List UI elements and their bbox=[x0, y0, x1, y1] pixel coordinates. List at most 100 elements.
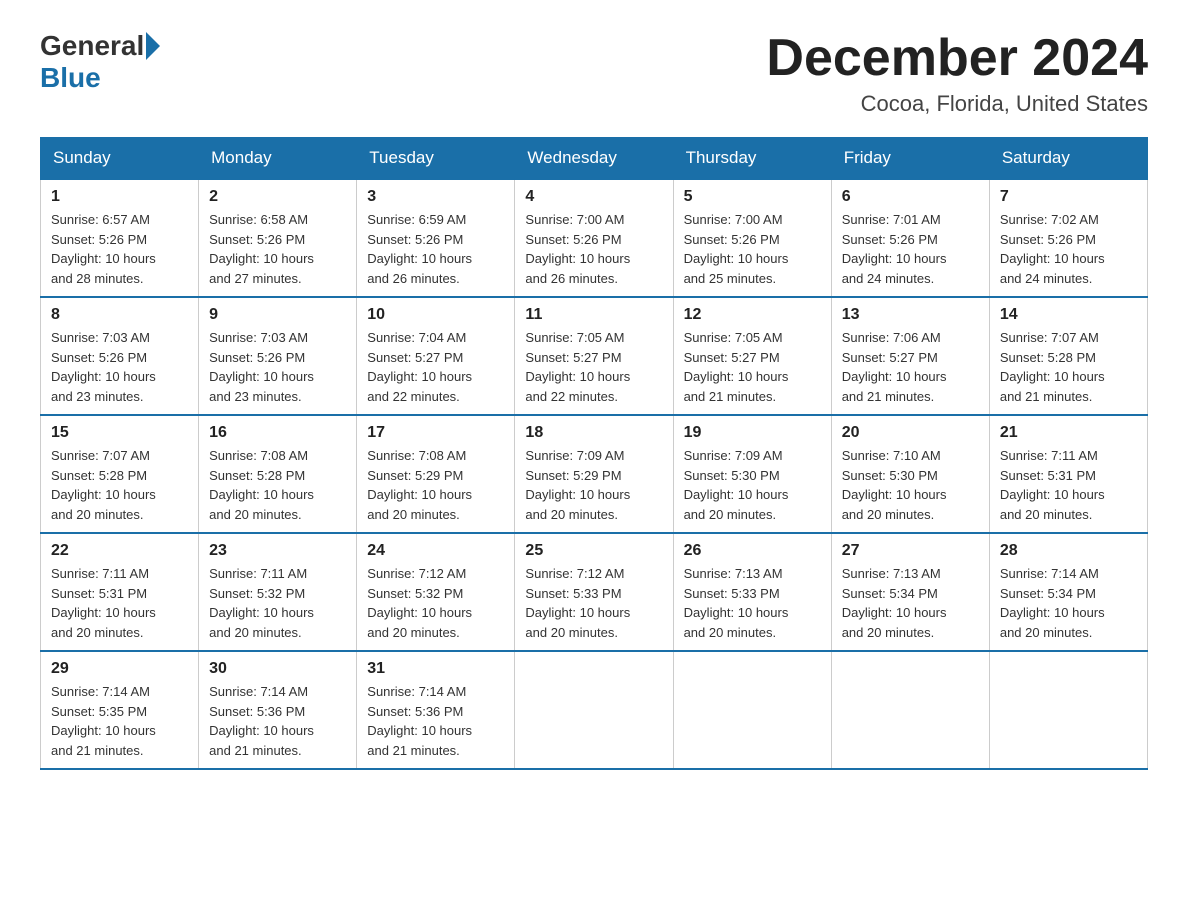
header-friday: Friday bbox=[831, 138, 989, 180]
day-number: 14 bbox=[1000, 306, 1137, 324]
calendar-week-row: 1 Sunrise: 6:57 AMSunset: 5:26 PMDaylight… bbox=[41, 179, 1148, 297]
day-info: Sunrise: 7:14 AMSunset: 5:35 PMDaylight:… bbox=[51, 682, 188, 760]
header-monday: Monday bbox=[199, 138, 357, 180]
calendar-week-row: 15 Sunrise: 7:07 AMSunset: 5:28 PMDayligh… bbox=[41, 415, 1148, 533]
day-number: 3 bbox=[367, 188, 504, 206]
header-wednesday: Wednesday bbox=[515, 138, 673, 180]
calendar-cell: 22 Sunrise: 7:11 AMSunset: 5:31 PMDayligh… bbox=[41, 533, 199, 651]
calendar-cell: 29 Sunrise: 7:14 AMSunset: 5:35 PMDayligh… bbox=[41, 651, 199, 769]
day-info: Sunrise: 7:03 AMSunset: 5:26 PMDaylight:… bbox=[209, 328, 346, 406]
day-info: Sunrise: 7:14 AMSunset: 5:36 PMDaylight:… bbox=[209, 682, 346, 760]
day-number: 26 bbox=[684, 542, 821, 560]
day-info: Sunrise: 7:05 AMSunset: 5:27 PMDaylight:… bbox=[525, 328, 662, 406]
day-number: 24 bbox=[367, 542, 504, 560]
day-info: Sunrise: 7:13 AMSunset: 5:34 PMDaylight:… bbox=[842, 564, 979, 642]
calendar-cell: 2 Sunrise: 6:58 AMSunset: 5:26 PMDaylight… bbox=[199, 179, 357, 297]
calendar-cell: 24 Sunrise: 7:12 AMSunset: 5:32 PMDayligh… bbox=[357, 533, 515, 651]
calendar-cell: 21Sunrise: 7:11 AMSunset: 5:31 PMDayligh… bbox=[989, 415, 1147, 533]
day-number: 6 bbox=[842, 188, 979, 206]
day-info: Sunrise: 7:14 AMSunset: 5:34 PMDaylight:… bbox=[1000, 564, 1137, 642]
day-number: 22 bbox=[51, 542, 188, 560]
calendar-cell: 5 Sunrise: 7:00 AMSunset: 5:26 PMDaylight… bbox=[673, 179, 831, 297]
calendar-week-row: 8 Sunrise: 7:03 AMSunset: 5:26 PMDaylight… bbox=[41, 297, 1148, 415]
calendar-cell: 13 Sunrise: 7:06 AMSunset: 5:27 PMDayligh… bbox=[831, 297, 989, 415]
day-number: 1 bbox=[51, 188, 188, 206]
day-number: 17 bbox=[367, 424, 504, 442]
day-info: Sunrise: 7:12 AMSunset: 5:32 PMDaylight:… bbox=[367, 564, 504, 642]
day-number: 23 bbox=[209, 542, 346, 560]
calendar-cell: 3 Sunrise: 6:59 AMSunset: 5:26 PMDaylight… bbox=[357, 179, 515, 297]
calendar-cell bbox=[673, 651, 831, 769]
day-info: Sunrise: 6:57 AMSunset: 5:26 PMDaylight:… bbox=[51, 210, 188, 288]
calendar-cell: 7 Sunrise: 7:02 AMSunset: 5:26 PMDaylight… bbox=[989, 179, 1147, 297]
day-number: 9 bbox=[209, 306, 346, 324]
day-number: 7 bbox=[1000, 188, 1137, 206]
day-info: Sunrise: 7:10 AMSunset: 5:30 PMDaylight:… bbox=[842, 446, 979, 524]
calendar-cell: 9 Sunrise: 7:03 AMSunset: 5:26 PMDaylight… bbox=[199, 297, 357, 415]
calendar-cell: 8 Sunrise: 7:03 AMSunset: 5:26 PMDaylight… bbox=[41, 297, 199, 415]
calendar-cell: 27 Sunrise: 7:13 AMSunset: 5:34 PMDayligh… bbox=[831, 533, 989, 651]
calendar-cell: 23 Sunrise: 7:11 AMSunset: 5:32 PMDayligh… bbox=[199, 533, 357, 651]
day-number: 13 bbox=[842, 306, 979, 324]
calendar-cell: 26 Sunrise: 7:13 AMSunset: 5:33 PMDayligh… bbox=[673, 533, 831, 651]
day-number: 28 bbox=[1000, 542, 1137, 560]
calendar-cell: 11Sunrise: 7:05 AMSunset: 5:27 PMDayligh… bbox=[515, 297, 673, 415]
day-number: 27 bbox=[842, 542, 979, 560]
location-subtitle: Cocoa, Florida, United States bbox=[766, 91, 1148, 117]
day-number: 20 bbox=[842, 424, 979, 442]
calendar-cell: 1 Sunrise: 6:57 AMSunset: 5:26 PMDaylight… bbox=[41, 179, 199, 297]
day-info: Sunrise: 7:07 AMSunset: 5:28 PMDaylight:… bbox=[51, 446, 188, 524]
calendar-cell: 6 Sunrise: 7:01 AMSunset: 5:26 PMDaylight… bbox=[831, 179, 989, 297]
day-number: 10 bbox=[367, 306, 504, 324]
day-info: Sunrise: 7:07 AMSunset: 5:28 PMDaylight:… bbox=[1000, 328, 1137, 406]
day-info: Sunrise: 7:08 AMSunset: 5:28 PMDaylight:… bbox=[209, 446, 346, 524]
calendar-cell: 12 Sunrise: 7:05 AMSunset: 5:27 PMDayligh… bbox=[673, 297, 831, 415]
calendar-cell: 19Sunrise: 7:09 AMSunset: 5:30 PMDayligh… bbox=[673, 415, 831, 533]
day-info: Sunrise: 7:14 AMSunset: 5:36 PMDaylight:… bbox=[367, 682, 504, 760]
day-info: Sunrise: 7:04 AMSunset: 5:27 PMDaylight:… bbox=[367, 328, 504, 406]
calendar-week-row: 22 Sunrise: 7:11 AMSunset: 5:31 PMDayligh… bbox=[41, 533, 1148, 651]
calendar-cell bbox=[831, 651, 989, 769]
day-number: 2 bbox=[209, 188, 346, 206]
calendar-cell: 30Sunrise: 7:14 AMSunset: 5:36 PMDayligh… bbox=[199, 651, 357, 769]
day-info: Sunrise: 7:01 AMSunset: 5:26 PMDaylight:… bbox=[842, 210, 979, 288]
day-number: 5 bbox=[684, 188, 821, 206]
calendar-cell: 10 Sunrise: 7:04 AMSunset: 5:27 PMDayligh… bbox=[357, 297, 515, 415]
day-info: Sunrise: 7:02 AMSunset: 5:26 PMDaylight:… bbox=[1000, 210, 1137, 288]
day-number: 29 bbox=[51, 660, 188, 678]
calendar-cell: 25Sunrise: 7:12 AMSunset: 5:33 PMDayligh… bbox=[515, 533, 673, 651]
day-number: 4 bbox=[525, 188, 662, 206]
day-number: 15 bbox=[51, 424, 188, 442]
day-info: Sunrise: 7:11 AMSunset: 5:32 PMDaylight:… bbox=[209, 564, 346, 642]
day-info: Sunrise: 7:11 AMSunset: 5:31 PMDaylight:… bbox=[51, 564, 188, 642]
month-title: December 2024 bbox=[766, 30, 1148, 87]
header-sunday: Sunday bbox=[41, 138, 199, 180]
calendar-cell: 16Sunrise: 7:08 AMSunset: 5:28 PMDayligh… bbox=[199, 415, 357, 533]
day-info: Sunrise: 7:05 AMSunset: 5:27 PMDaylight:… bbox=[684, 328, 821, 406]
day-info: Sunrise: 7:11 AMSunset: 5:31 PMDaylight:… bbox=[1000, 446, 1137, 524]
day-info: Sunrise: 7:06 AMSunset: 5:27 PMDaylight:… bbox=[842, 328, 979, 406]
page-header: General Blue December 2024 Cocoa, Florid… bbox=[40, 30, 1148, 117]
calendar-cell: 17Sunrise: 7:08 AMSunset: 5:29 PMDayligh… bbox=[357, 415, 515, 533]
calendar-week-row: 29 Sunrise: 7:14 AMSunset: 5:35 PMDayligh… bbox=[41, 651, 1148, 769]
header-thursday: Thursday bbox=[673, 138, 831, 180]
calendar-cell bbox=[515, 651, 673, 769]
day-info: Sunrise: 6:58 AMSunset: 5:26 PMDaylight:… bbox=[209, 210, 346, 288]
weekday-header-row: Sunday Monday Tuesday Wednesday Thursday… bbox=[41, 138, 1148, 180]
header-saturday: Saturday bbox=[989, 138, 1147, 180]
day-info: Sunrise: 7:13 AMSunset: 5:33 PMDaylight:… bbox=[684, 564, 821, 642]
day-number: 8 bbox=[51, 306, 188, 324]
day-info: Sunrise: 7:12 AMSunset: 5:33 PMDaylight:… bbox=[525, 564, 662, 642]
day-info: Sunrise: 6:59 AMSunset: 5:26 PMDaylight:… bbox=[367, 210, 504, 288]
day-number: 12 bbox=[684, 306, 821, 324]
calendar-cell bbox=[989, 651, 1147, 769]
calendar-cell: 14 Sunrise: 7:07 AMSunset: 5:28 PMDayligh… bbox=[989, 297, 1147, 415]
day-info: Sunrise: 7:00 AMSunset: 5:26 PMDaylight:… bbox=[684, 210, 821, 288]
logo-triangle-icon bbox=[146, 32, 160, 60]
logo-general-text: General bbox=[40, 30, 144, 62]
calendar-cell: 28 Sunrise: 7:14 AMSunset: 5:34 PMDayligh… bbox=[989, 533, 1147, 651]
day-info: Sunrise: 7:03 AMSunset: 5:26 PMDaylight:… bbox=[51, 328, 188, 406]
title-section: December 2024 Cocoa, Florida, United Sta… bbox=[766, 30, 1148, 117]
calendar-cell: 31Sunrise: 7:14 AMSunset: 5:36 PMDayligh… bbox=[357, 651, 515, 769]
calendar-table: Sunday Monday Tuesday Wednesday Thursday… bbox=[40, 137, 1148, 770]
